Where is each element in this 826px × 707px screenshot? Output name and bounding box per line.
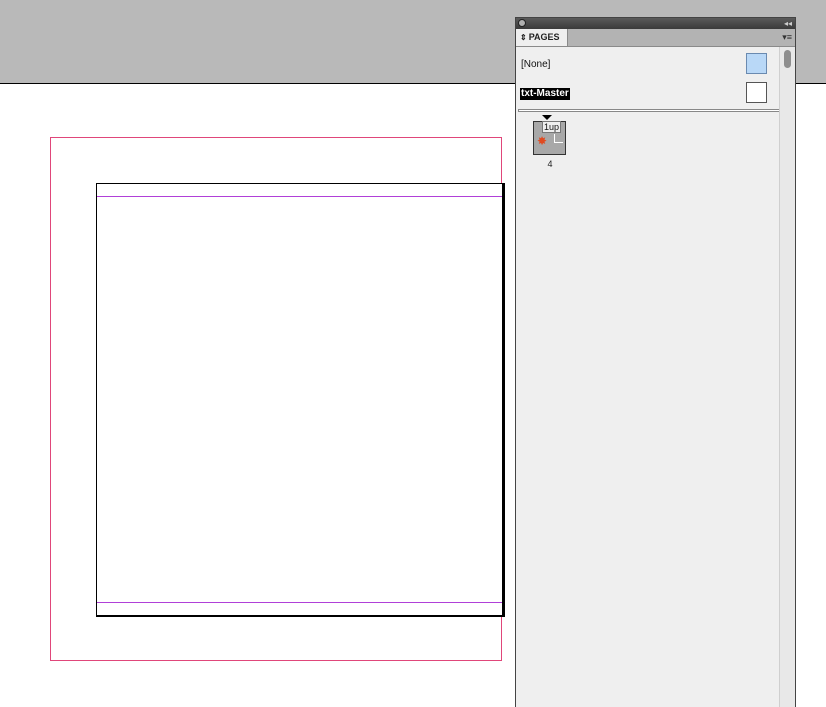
- master-item-none[interactable]: [None]: [516, 49, 780, 78]
- page-marker-icon: [542, 115, 552, 120]
- master-thumbnail[interactable]: [746, 82, 767, 103]
- master-label: [None]: [521, 59, 551, 70]
- masters-pages-divider[interactable]: [518, 109, 780, 112]
- master-thumbnail[interactable]: [746, 53, 767, 74]
- page-number: 4: [547, 159, 553, 169]
- margin-guide-top: [97, 196, 502, 197]
- master-item-txt-master[interactable]: txt-Master: [516, 78, 780, 107]
- panel-menu-icon[interactable]: ▾≡: [782, 29, 792, 46]
- thumb-master-label: 1up: [542, 121, 562, 133]
- close-icon[interactable]: [518, 19, 526, 27]
- master-label: txt-Master: [520, 88, 570, 100]
- scroll-thumb[interactable]: [784, 50, 791, 68]
- tab-pages[interactable]: ⇕ PAGES: [516, 29, 568, 46]
- thumb-star-icon: ✸: [537, 134, 548, 148]
- panel-scrollbar[interactable]: [779, 47, 795, 707]
- collapse-icon[interactable]: ◂◂: [784, 18, 792, 29]
- tab-arrows-icon: ⇕: [520, 33, 527, 42]
- thumb-frame-icon: [554, 134, 563, 143]
- page-thumbnail[interactable]: 1up ✸: [533, 121, 566, 155]
- margin-guide-bottom: [97, 602, 502, 603]
- panel-tab-strip: ⇕ PAGES ▾≡: [516, 29, 795, 47]
- pages-panel: ◂◂ ⇕ PAGES ▾≡ [None] txt-Master 1up ✸ 4: [515, 17, 796, 707]
- page-item[interactable]: 1up ✸ 4: [532, 115, 568, 175]
- tab-pages-label: PAGES: [528, 32, 560, 42]
- document-page[interactable]: [96, 183, 505, 617]
- panel-titlebar[interactable]: ◂◂: [516, 18, 795, 29]
